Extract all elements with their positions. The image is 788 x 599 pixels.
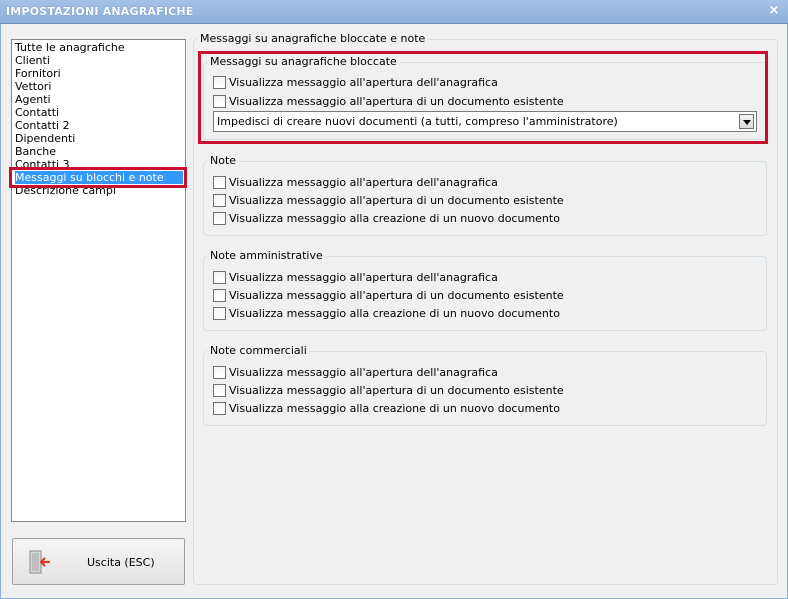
checkbox-label: Visualizza messaggio all'apertura di un … bbox=[229, 95, 564, 108]
commercial-notes-group-title: Note commerciali bbox=[207, 344, 310, 357]
checkbox-label: Visualizza messaggio alla creazione di u… bbox=[229, 212, 560, 225]
exit-button-label: Uscita (ESC) bbox=[87, 556, 155, 569]
note-open-record-checkbox[interactable] bbox=[213, 176, 226, 189]
checkbox-label: Visualizza messaggio all'apertura di un … bbox=[229, 194, 564, 207]
list-item-banche[interactable]: Banche bbox=[15, 145, 56, 158]
list-item-contatti-2[interactable]: Contatti 2 bbox=[15, 119, 70, 132]
block-action-select-value: Impedisci di creare nuovi documenti (a t… bbox=[217, 115, 618, 128]
list-item-messaggi-su-blocchi-e-note[interactable]: Messaggi su blocchi e note bbox=[15, 171, 183, 184]
exit-button[interactable]: Uscita (ESC) bbox=[12, 538, 185, 585]
list-item-dipendenti[interactable]: Dipendenti bbox=[15, 132, 75, 145]
list-item-agenti[interactable]: Agenti bbox=[15, 93, 51, 106]
list-item-fornitori[interactable]: Fornitori bbox=[15, 67, 61, 80]
window-title: IMPOSTAZIONI ANAGRAFICHE bbox=[6, 5, 194, 18]
settings-panel-title: Messaggi su anagrafiche bloccate e note bbox=[197, 32, 429, 45]
checkbox-label: Visualizza messaggio all'apertura dell'a… bbox=[229, 271, 498, 284]
chevron-down-icon[interactable] bbox=[739, 114, 754, 129]
category-list[interactable]: Tutte le anagrafiche Clienti Fornitori V… bbox=[11, 39, 186, 522]
commercial-notes-new-document-checkbox[interactable] bbox=[213, 402, 226, 415]
list-item-descrizione-campi[interactable]: Descrizione campi bbox=[15, 184, 116, 197]
checkbox-label: Visualizza messaggio all'apertura di un … bbox=[229, 289, 564, 302]
commercial-notes-open-document-checkbox[interactable] bbox=[213, 384, 226, 397]
note-new-document-checkbox[interactable] bbox=[213, 212, 226, 225]
list-item-contatti-3[interactable]: Contatti 3 bbox=[15, 158, 70, 171]
list-item-vettori[interactable]: Vettori bbox=[15, 80, 51, 93]
blocked-open-document-checkbox[interactable] bbox=[213, 95, 226, 108]
list-item-tutte-le-anagrafiche[interactable]: Tutte le anagrafiche bbox=[15, 41, 125, 54]
note-open-document-checkbox[interactable] bbox=[213, 194, 226, 207]
block-action-select[interactable]: Impedisci di creare nuovi documenti (a t… bbox=[213, 111, 757, 132]
commercial-notes-open-record-checkbox[interactable] bbox=[213, 366, 226, 379]
admin-notes-new-document-checkbox[interactable] bbox=[213, 307, 226, 320]
close-icon[interactable]: × bbox=[766, 3, 782, 19]
checkbox-label: Visualizza messaggio all'apertura dell'a… bbox=[229, 366, 498, 379]
exit-door-icon bbox=[29, 550, 51, 574]
checkbox-label: Visualizza messaggio all'apertura di un … bbox=[229, 384, 564, 397]
note-group-title: Note bbox=[207, 154, 240, 167]
blocked-open-record-checkbox[interactable] bbox=[213, 76, 226, 89]
admin-notes-open-record-checkbox[interactable] bbox=[213, 271, 226, 284]
blocked-messages-title: Messaggi su anagrafiche bloccate bbox=[207, 55, 400, 68]
checkbox-label: Visualizza messaggio all'apertura dell'a… bbox=[229, 176, 498, 189]
admin-notes-group-title: Note amministrative bbox=[207, 249, 326, 262]
admin-notes-open-document-checkbox[interactable] bbox=[213, 289, 226, 302]
list-item-clienti[interactable]: Clienti bbox=[15, 54, 50, 67]
list-item-contatti[interactable]: Contatti bbox=[15, 106, 59, 119]
title-bar: IMPOSTAZIONI ANAGRAFICHE × bbox=[0, 0, 788, 24]
checkbox-label: Visualizza messaggio all'apertura dell'a… bbox=[229, 76, 498, 89]
checkbox-label: Visualizza messaggio alla creazione di u… bbox=[229, 307, 560, 320]
checkbox-label: Visualizza messaggio alla creazione di u… bbox=[229, 402, 560, 415]
